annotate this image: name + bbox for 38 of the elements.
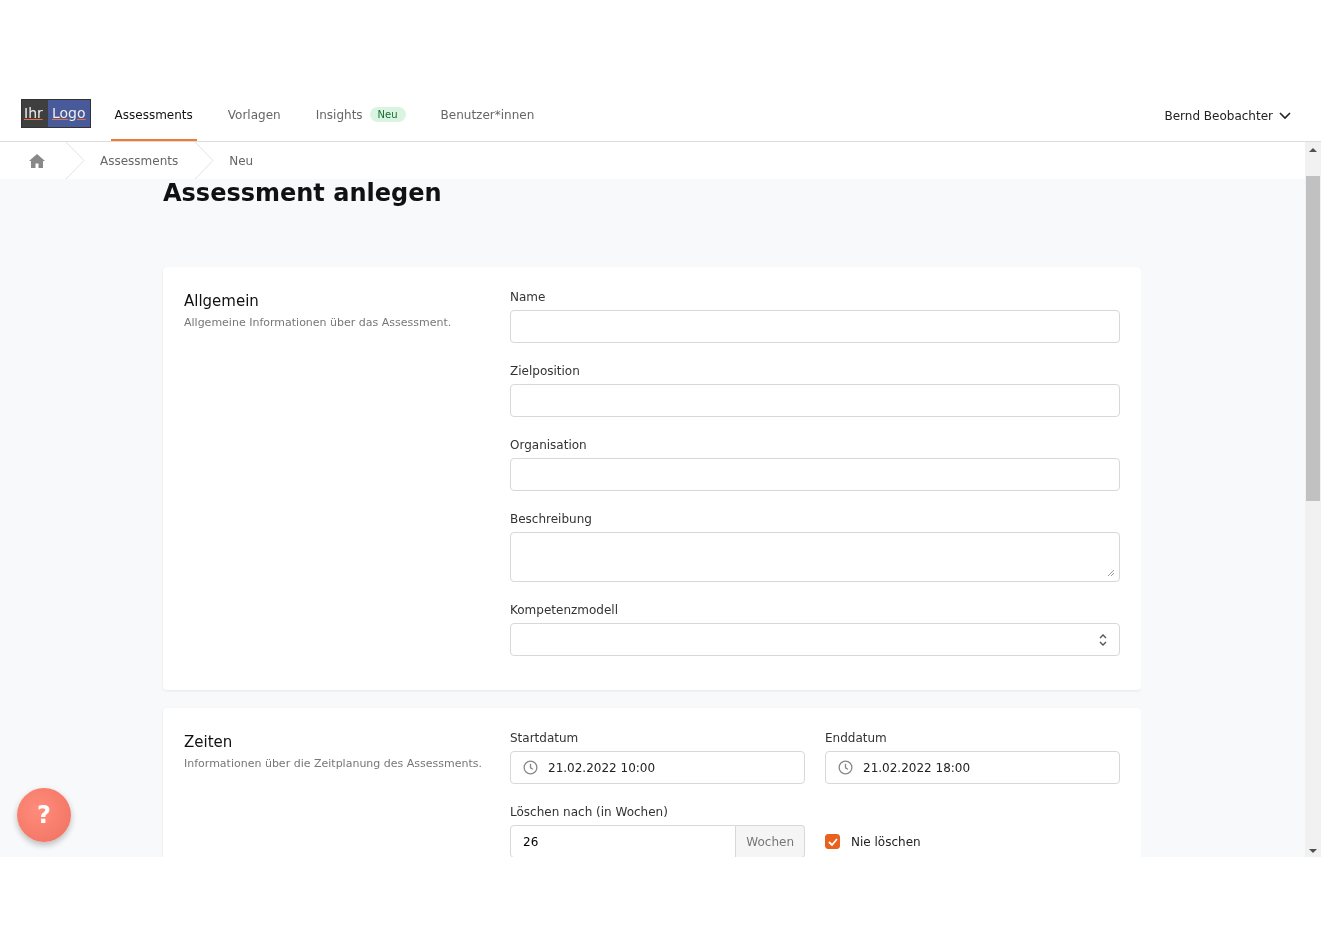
checkbox[interactable] (825, 834, 840, 849)
text-field[interactable] (510, 458, 1120, 491)
section-description: Allgemeine Informationen über das Assessment. (184, 316, 453, 329)
field-label: Kompetenzmodell (510, 603, 619, 617)
breadcrumb-link[interactable]: Assessments (100, 153, 179, 168)
scrollbar[interactable] (1305, 142, 1321, 857)
resize-grip-icon[interactable] (1107, 569, 1115, 577)
checkbox-label: Nie löschen (851, 834, 921, 849)
field-label: Enddatum (825, 731, 888, 745)
date-field[interactable]: 21.02.2022 10:00 (510, 751, 805, 784)
field-label: Name (510, 290, 547, 304)
page-title: Assessment anlegen (163, 179, 443, 207)
select-field[interactable] (510, 623, 1120, 656)
new-badge: Neu (369, 107, 406, 122)
field-label: Beschreibung (510, 512, 593, 526)
field-label: Startdatum (510, 731, 580, 745)
textarea-field[interactable] (510, 532, 1120, 582)
section-title: Allgemein (184, 292, 260, 310)
breadcrumb-link[interactable]: Neu (229, 153, 254, 168)
field-label: Zielposition (510, 364, 581, 378)
nav-tab[interactable]: Benutzer*innen (436, 90, 539, 141)
number-field[interactable]: 26 (510, 825, 737, 857)
date-field[interactable]: 21.02.2022 18:00 (825, 751, 1120, 784)
logo[interactable]: Ihr Logo (21, 98, 91, 128)
section-title: Zeiten (184, 733, 234, 751)
updown-icon (1099, 633, 1107, 646)
section-description: Informationen über die Zeitplanung des Assessments. (184, 757, 483, 770)
nav-tab[interactable]: Vorlagen (223, 90, 285, 141)
nav-tab[interactable]: Insights Neu (311, 90, 410, 141)
unit-addon: Wochen (736, 825, 805, 857)
chevron-down-icon (1279, 111, 1291, 120)
text-field[interactable] (510, 384, 1120, 417)
field-label: Organisation (510, 438, 588, 452)
text-field[interactable] (510, 310, 1120, 343)
home-icon[interactable] (29, 153, 45, 168)
field-label: Löschen nach (in Wochen) (510, 805, 669, 819)
clock-icon (838, 760, 853, 775)
clock-icon (523, 760, 538, 775)
